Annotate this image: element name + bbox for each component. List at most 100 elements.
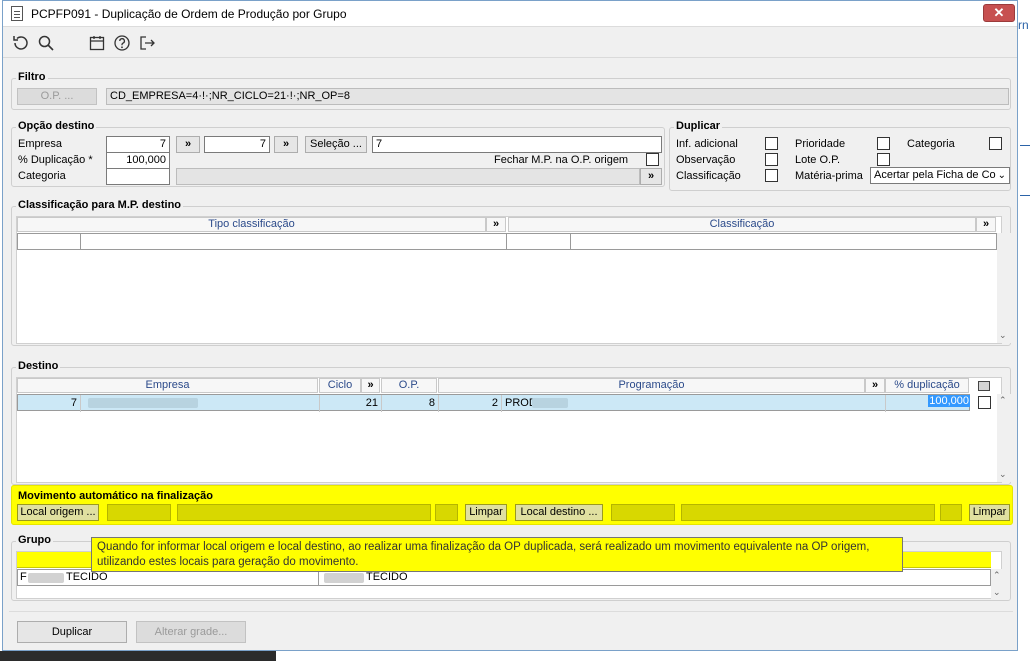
empresa-label: Empresa [18, 138, 63, 150]
classificacao-scrollbar[interactable]: ⌄ [997, 233, 1011, 343]
tooltip-line-1: Quando for informar local origem e local… [97, 541, 870, 553]
alterar-grade-button[interactable]: Alterar grade... [136, 621, 246, 643]
local-destino-code[interactable] [611, 504, 675, 521]
grupo-row-right: TECIDO [366, 571, 408, 583]
destino-legend: Destino [16, 360, 61, 372]
grupo-scrollbar[interactable]: ⌃ ⌄ [991, 569, 1005, 599]
blurred-programacao [532, 398, 568, 408]
col-classificacao[interactable]: Classificação [508, 217, 976, 232]
close-button[interactable]: ✕ [983, 4, 1015, 22]
destino-row-ciclo: 21 [319, 395, 382, 412]
destino-scrollbar[interactable]: ⌃ ⌄ [997, 394, 1011, 482]
col-ciclo-more[interactable]: » [361, 378, 380, 393]
destino-row-duplicacao: 100,000 [928, 395, 970, 407]
scroll-down-icon: ⌄ [999, 469, 1007, 479]
local-destino-extra [940, 504, 962, 521]
local-origem-description [177, 504, 431, 521]
materia-prima-value: Acertar pela Ficha de Co [874, 169, 996, 181]
scroll-up-icon: ⌃ [999, 395, 1007, 405]
observacao-checkbox[interactable] [765, 153, 778, 166]
local-destino-button[interactable]: Local destino ... [515, 504, 603, 521]
exit-icon[interactable] [138, 34, 156, 52]
duplicacao-input[interactable]: 100,000 [106, 152, 170, 169]
selecao-button[interactable]: Seleção ... [305, 136, 367, 153]
duplicar-button[interactable]: Duplicar [17, 621, 127, 643]
grupo-legend: Grupo [16, 534, 53, 546]
col-tipo-classificacao-more[interactable]: » [486, 217, 506, 232]
col-tipo-classificacao[interactable]: Tipo classificação [17, 217, 486, 232]
filtro-group: Filtro O.P. ... CD_EMPRESA=4·!·;NR_CICLO… [11, 71, 1011, 110]
col-op[interactable]: O.P. [381, 378, 437, 393]
filtro-legend: Filtro [16, 71, 48, 83]
fechar-mp-checkbox[interactable] [646, 153, 659, 166]
categoria-dup-checkbox[interactable] [989, 137, 1002, 150]
movimento-legend: Movimento automático na finalização [16, 490, 215, 502]
calendar-icon[interactable] [88, 34, 106, 52]
col-ciclo[interactable]: Ciclo [319, 378, 361, 393]
select-all-checkbox[interactable] [978, 381, 990, 391]
destino-row-op: 8 [382, 395, 439, 412]
destino-row[interactable]: 7 21 8 2 PROD 100,000 [17, 394, 970, 412]
tooltip-line-2: utilizando estes locais para geração do … [97, 556, 359, 568]
undo-icon[interactable] [11, 34, 29, 52]
movimento-tooltip: Quando for informar local origem e local… [91, 537, 903, 572]
window-title: PCPFP091 - Duplicação de Ordem de Produç… [31, 7, 347, 21]
destino-row-checkbox[interactable] [978, 396, 991, 409]
empresa-to-more-button[interactable]: » [274, 136, 298, 153]
classificacao-mp-legend: Classificação para M.P. destino [16, 199, 184, 211]
blurred-empresa-name [88, 398, 198, 408]
empresa-to-input[interactable]: 7 [204, 136, 270, 153]
scroll-up-icon: ⌃ [993, 570, 1001, 580]
prioridade-checkbox[interactable] [877, 137, 890, 150]
duplicar-group: Duplicar Inf. adicional Prioridade Categ… [669, 120, 1011, 191]
destino-grid: Empresa Ciclo » O.P. Programação » % dup… [16, 377, 1011, 483]
local-origem-code[interactable] [107, 504, 171, 521]
duplicar-legend: Duplicar [674, 120, 723, 132]
op-button[interactable]: O.P. ... [17, 88, 97, 105]
col-programacao[interactable]: Programação [438, 378, 865, 393]
movimento-group: Movimento automático na finalização Loca… [11, 485, 1013, 525]
categoria-input[interactable] [106, 168, 170, 185]
empresa-from-more-button[interactable]: » [176, 136, 200, 153]
title-bar: PCPFP091 - Duplicação de Ordem de Produç… [3, 1, 1017, 27]
filter-expression-field[interactable]: CD_EMPRESA=4·!·;NR_CICLO=21·!·;NR_OP=8 [106, 88, 1009, 105]
classificacao-label: Classificação [676, 170, 741, 182]
prioridade-label: Prioridade [795, 138, 846, 150]
materia-prima-select[interactable]: Acertar pela Ficha de Co ⌄ [870, 167, 1010, 184]
categoria-dup-label: Categoria [907, 138, 955, 150]
taskbar-strip [0, 651, 276, 661]
col-classificacao-more[interactable]: » [976, 217, 996, 232]
selecao-input[interactable]: 7 [372, 136, 662, 153]
help-icon[interactable] [113, 34, 131, 52]
blurred-grupo-code-left [28, 573, 64, 583]
main-window: PCPFP091 - Duplicação de Ordem de Produç… [2, 0, 1018, 651]
background-window: rn [1018, 0, 1030, 661]
fechar-mp-label: Fechar M.P. na O.P. origem [494, 154, 629, 166]
col-programacao-more[interactable]: » [865, 378, 885, 393]
classificacao-checkbox[interactable] [765, 169, 778, 182]
classificacao-row[interactable] [17, 233, 997, 250]
search-icon[interactable] [37, 34, 55, 52]
categoria-more-button[interactable]: » [640, 168, 662, 185]
limpar-destino-button[interactable]: Limpar [969, 504, 1010, 521]
col-empresa[interactable]: Empresa [17, 378, 318, 393]
destino-row-prog-num: 2 [439, 395, 502, 412]
destino-row-empresa: 7 [18, 395, 81, 412]
local-destino-description [681, 504, 935, 521]
local-origem-extra [435, 504, 458, 521]
opcao-destino-legend: Opção destino [16, 120, 97, 132]
destino-row-duplicacao-cell[interactable]: 100,000 [886, 395, 970, 410]
lote-op-label: Lote O.P. [795, 154, 841, 166]
blurred-grupo-code-right [324, 573, 364, 583]
local-origem-button[interactable]: Local origem ... [17, 504, 99, 521]
categoria-label: Categoria [18, 170, 66, 182]
scroll-down-icon: ⌄ [999, 330, 1007, 340]
lote-op-checkbox[interactable] [877, 153, 890, 166]
empresa-from-input[interactable]: 7 [106, 136, 170, 153]
observacao-label: Observação [676, 154, 736, 166]
inf-adicional-label: Inf. adicional [676, 138, 738, 150]
inf-adicional-checkbox[interactable] [765, 137, 778, 150]
col-duplicacao[interactable]: % duplicação [885, 378, 969, 393]
classificacao-mp-group: Classificação para M.P. destino Tipo cla… [11, 199, 1011, 346]
limpar-origem-button[interactable]: Limpar [465, 504, 507, 521]
